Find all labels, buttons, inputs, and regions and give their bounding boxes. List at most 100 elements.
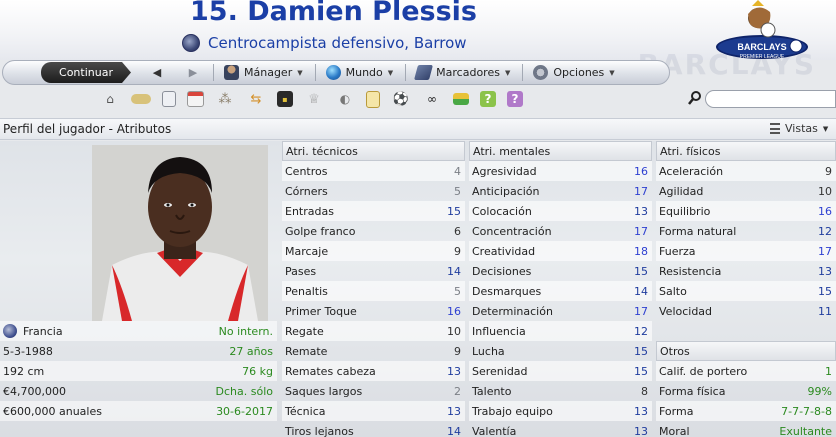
attribute-value: 16 xyxy=(447,304,461,318)
attribute-name: Fuerza xyxy=(659,244,696,258)
forward-arrow-icon[interactable]: ▶ xyxy=(185,66,201,79)
mental-attribute-row[interactable]: Talento 8 xyxy=(469,381,652,401)
attribute-name: Colocación xyxy=(472,204,532,218)
attribute-value: 13 xyxy=(447,404,461,418)
attribute-value: 14 xyxy=(447,424,461,437)
physical-attribute-row[interactable]: Forma natural 12 xyxy=(656,221,836,241)
attribute-name: Desmarques xyxy=(472,284,542,298)
tactics-icon[interactable]: ▪ xyxy=(277,91,293,107)
money-icon[interactable] xyxy=(453,93,469,105)
quick-icon-bar: ⌂ ⁂ ⇆ ▪ ♕ ◐ ⚽ ∞ ? ? xyxy=(100,88,580,110)
physical-attribute-row[interactable]: Salto 15 xyxy=(656,281,836,301)
transfer-icon[interactable]: ⇆ xyxy=(246,90,266,108)
info-label: 192 cm xyxy=(3,364,45,378)
technical-attribute-row[interactable]: Pases 14 xyxy=(282,261,465,281)
technical-attribute-row[interactable]: Remate 9 xyxy=(282,341,465,361)
attribute-value: 13 xyxy=(634,424,648,437)
mental-attribute-row[interactable]: Concentración 17 xyxy=(469,221,652,241)
technical-attribute-row[interactable]: Penaltis 5 xyxy=(282,281,465,301)
physical-attribute-row[interactable]: Equilibrio 16 xyxy=(656,201,836,221)
menu-bookmarks[interactable]: Marcadores ▼ xyxy=(414,65,510,80)
technical-attribute-row[interactable]: Tiros lejanos 14 xyxy=(282,421,465,437)
mental-attribute-row[interactable]: Trabajo equipo 13 xyxy=(469,401,652,421)
mental-attribute-row[interactable]: Determinación 17 xyxy=(469,301,652,321)
other-attribute-row[interactable]: Calif. de portero 1 xyxy=(656,361,836,381)
technical-attribute-row[interactable]: Marcaje 9 xyxy=(282,241,465,261)
mental-attribute-row[interactable]: Valentía 13 xyxy=(469,421,652,437)
search-input[interactable] xyxy=(705,90,836,108)
physical-attribute-row[interactable]: Aceleración 9 xyxy=(656,161,836,181)
home-icon[interactable]: ⌂ xyxy=(100,90,120,108)
bookmarks-icon xyxy=(414,65,434,80)
technical-attribute-row[interactable]: Regate 10 xyxy=(282,321,465,341)
attribute-value: 18 xyxy=(634,244,648,258)
toolbar-divider xyxy=(405,64,407,81)
other-attribute-row[interactable]: Moral Exultante xyxy=(656,421,836,437)
attribute-name: Velocidad xyxy=(659,304,713,318)
mental-attribute-row[interactable]: Influencia 12 xyxy=(469,321,652,341)
calendar-icon[interactable] xyxy=(187,91,204,107)
notebook-icon[interactable] xyxy=(162,91,176,107)
menu-options[interactable]: Opciones ▼ xyxy=(533,65,615,80)
mental-attribute-row[interactable]: Colocación 13 xyxy=(469,201,652,221)
views-dropdown[interactable]: Vistas ▼ xyxy=(770,122,828,135)
menu-manager[interactable]: Mánager ▼ xyxy=(224,65,303,80)
mental-attribute-row[interactable]: Desmarques 14 xyxy=(469,281,652,301)
mental-attribute-row[interactable]: Serenidad 15 xyxy=(469,361,652,381)
attribute-value: 14 xyxy=(634,284,648,298)
mental-attribute-row[interactable]: Anticipación 17 xyxy=(469,181,652,201)
info-label[interactable]: Francia xyxy=(23,325,63,338)
mental-attributes-header: Atri. mentales xyxy=(469,141,652,161)
attribute-name: Remates cabeza xyxy=(285,364,376,378)
technical-attribute-row[interactable]: Remates cabeza 13 xyxy=(282,361,465,381)
technical-attribute-row[interactable]: Primer Toque 16 xyxy=(282,301,465,321)
technical-attribute-row[interactable]: Córners 5 xyxy=(282,181,465,201)
info-row-wage: €600,000 anuales 30-6-2017 xyxy=(0,401,277,421)
attribute-value: Exultante xyxy=(779,424,832,437)
other-attribute-row[interactable]: Forma 7-7-7-8-8 xyxy=(656,401,836,421)
technical-attribute-row[interactable]: Saques largos 2 xyxy=(282,381,465,401)
search-icon[interactable] xyxy=(687,90,703,106)
physical-attributes-table: Atri. físicos Aceleración 9 Agilidad 10 Equi… xyxy=(656,141,836,437)
attribute-name: Serenidad xyxy=(472,364,528,378)
chevron-down-icon: ▼ xyxy=(822,124,829,133)
ball-icon[interactable]: ⚽ xyxy=(391,90,411,108)
attribute-value: 17 xyxy=(634,304,648,318)
technical-attribute-row[interactable]: Técnica 13 xyxy=(282,401,465,421)
clipboard-icon[interactable] xyxy=(366,90,380,108)
mental-attribute-row[interactable]: Agresividad 16 xyxy=(469,161,652,181)
technical-attribute-row[interactable]: Entradas 15 xyxy=(282,201,465,221)
continue-button[interactable]: Continuar xyxy=(41,62,131,83)
help-icon[interactable]: ? xyxy=(480,91,496,107)
attribute-name: Creatividad xyxy=(472,244,536,258)
physical-attribute-row[interactable]: Fuerza 17 xyxy=(656,241,836,261)
technical-attribute-row[interactable]: Centros 4 xyxy=(282,161,465,181)
physical-attribute-row[interactable]: Agilidad 10 xyxy=(656,181,836,201)
binoculars-icon[interactable]: ∞ xyxy=(422,90,442,108)
main-toolbar: Continuar ◀ ▶ Mánager ▼ Mundo ▼ Marcador… xyxy=(2,60,670,85)
attribute-name: Agresividad xyxy=(472,164,537,178)
mental-attribute-row[interactable]: Creatividad 18 xyxy=(469,241,652,261)
bread-icon[interactable] xyxy=(131,94,151,104)
whistle-icon[interactable]: ◐ xyxy=(335,90,355,108)
other-attribute-row[interactable]: Forma física 99% xyxy=(656,381,836,401)
player-subtitle[interactable]: Centrocampista defensivo, Barrow xyxy=(182,34,467,52)
mental-attribute-row[interactable]: Lucha 15 xyxy=(469,341,652,361)
attribute-value: 15 xyxy=(818,284,832,298)
physical-attribute-row[interactable]: Velocidad 11 xyxy=(656,301,836,321)
info-label: €4,700,000 xyxy=(3,384,66,398)
question-icon[interactable]: ? xyxy=(507,91,523,107)
mental-attribute-row[interactable]: Decisiones 15 xyxy=(469,261,652,281)
attribute-value: 9 xyxy=(454,344,461,358)
attribute-name: Golpe franco xyxy=(285,224,356,238)
back-arrow-icon[interactable]: ◀ xyxy=(149,66,165,79)
physical-attribute-row[interactable]: Resistencia 13 xyxy=(656,261,836,281)
technical-attribute-row[interactable]: Golpe franco 6 xyxy=(282,221,465,241)
section-header: Perfil del jugador - Atributos Vistas ▼ xyxy=(0,118,836,140)
physical-attributes-header: Atri. físicos xyxy=(656,141,836,161)
attribute-value: 17 xyxy=(634,184,648,198)
menu-world[interactable]: Mundo ▼ xyxy=(325,65,393,80)
attribute-name: Penaltis xyxy=(285,284,328,298)
people-icon[interactable]: ⁂ xyxy=(215,90,235,108)
trophy-icon[interactable]: ♕ xyxy=(304,90,324,108)
